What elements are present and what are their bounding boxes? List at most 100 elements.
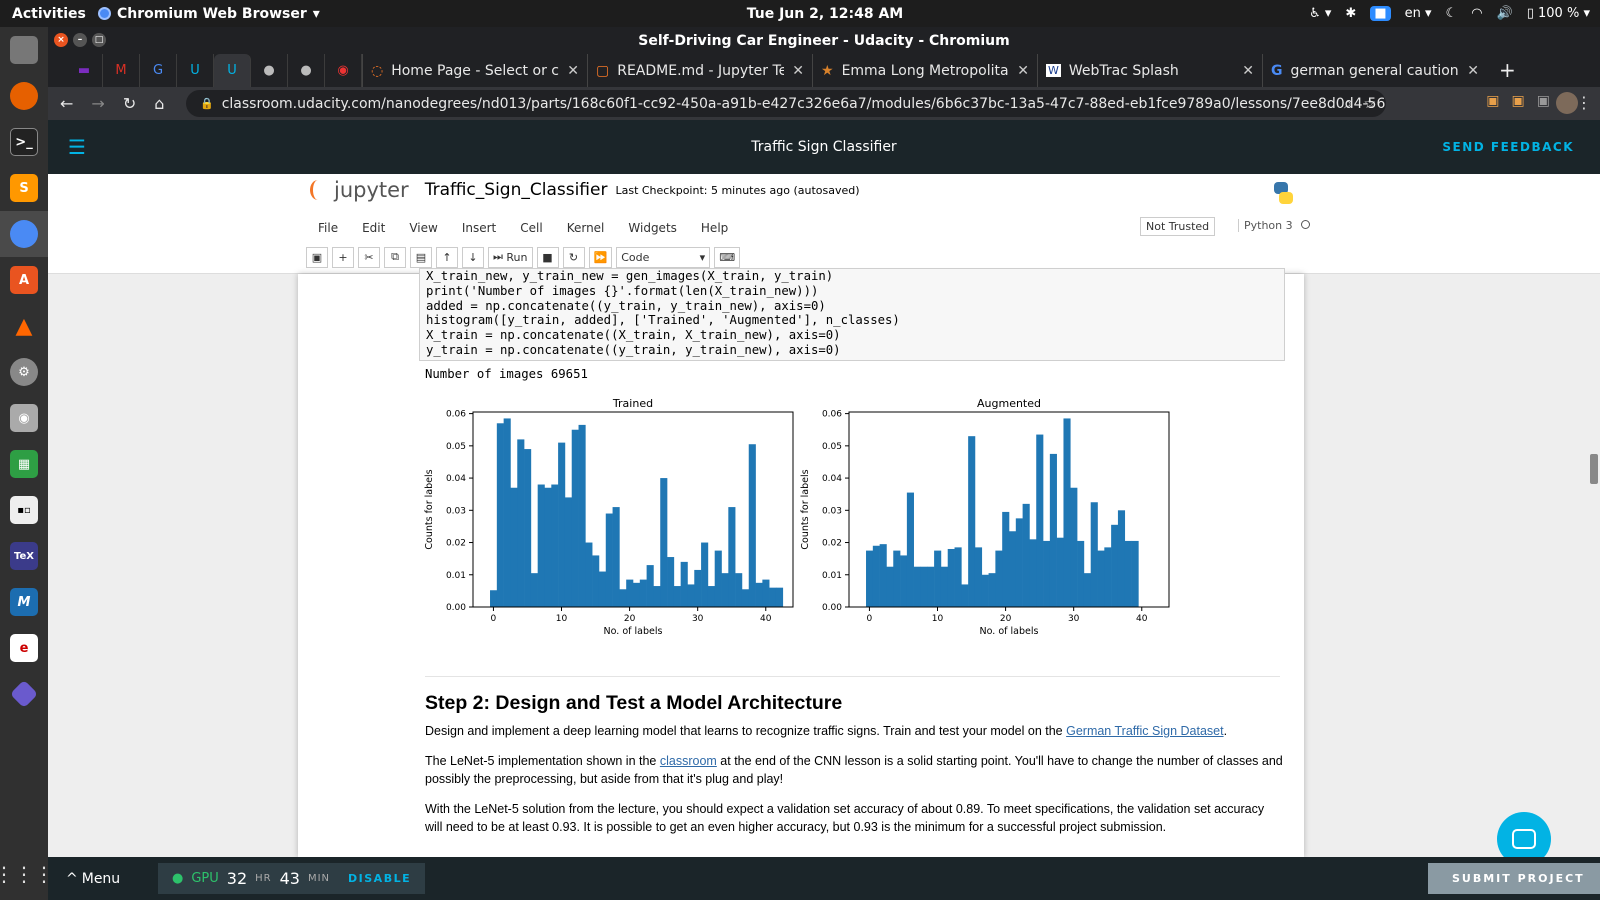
system-tray[interactable]: ♿ ▾ ✱ ■ en ▾ ☾ ◠ 🔊 ▯ 100 % ▾ [1309,0,1590,27]
paste-button[interactable]: ▤ [410,246,432,268]
dock-qbit[interactable]: ▪▫ [0,487,48,533]
hamburger-menu-icon[interactable]: ☰ [68,135,86,159]
histogram-bar [571,429,579,607]
tab-readme[interactable]: ▢ README.md - Jupyter Te ✕ [587,54,812,87]
vertical-scrollbar[interactable] [1588,274,1600,849]
zoom-icon[interactable]: ■ [1370,6,1391,21]
tab-google-search[interactable]: Ggerman general caution ✕ [1262,54,1487,87]
extension-icon[interactable]: ▣ [1486,93,1499,109]
submit-project-button[interactable]: SUBMIT PROJECT [1428,863,1600,894]
pinned-tab-gmail[interactable]: M [103,54,140,87]
move-down-button[interactable]: ↓ [462,246,484,268]
histogram-bar [1111,524,1119,607]
extension-icon[interactable]: ▣ [1512,93,1525,109]
pinned-tab-github[interactable]: ● [251,54,288,87]
dock-settings[interactable]: ⚙ [0,349,48,395]
maximize-window-button[interactable]: □ [92,33,106,47]
dock-camera[interactable]: ◉ [0,395,48,441]
close-tab-icon[interactable]: ✕ [792,63,804,79]
tab-emma-long[interactable]: ★ Emma Long Metropolita ✕ [812,54,1037,87]
close-tab-icon[interactable]: ✕ [1017,63,1029,79]
accessibility-icon[interactable]: ♿ ▾ [1309,6,1331,21]
zoom-icon[interactable]: ⌕ [1344,96,1352,112]
cell-type-select[interactable]: Code ▾ [616,246,711,268]
command-palette-button[interactable]: ⌨ [714,246,741,268]
translate-icon: G [152,63,164,78]
menu-insert[interactable]: Insert [450,221,508,235]
pinned-tab-yahoo[interactable]: ▬ [66,54,103,87]
window-titlebar: × – □ Self-Driving Car Engineer - Udacit… [48,27,1600,54]
dock-software[interactable]: A [0,257,48,303]
app-menu[interactable]: Chromium Web Browser ▾ [98,6,320,22]
bookmark-star-icon[interactable]: ☆ [1363,96,1376,112]
move-up-button[interactable]: ↑ [436,246,458,268]
battery-indicator[interactable]: ▯ 100 % ▾ [1527,6,1590,21]
new-tab-button[interactable]: + [1487,54,1528,87]
profile-avatar[interactable] [1556,92,1578,114]
tab-home-page[interactable]: ◌ Home Page - Select or cr ✕ [362,54,587,87]
omnibox[interactable]: 🔒 classroom.udacity.com/nanodegrees/nd01… [186,90,1386,117]
dock-firefox[interactable] [0,73,48,119]
tab-webtrac[interactable]: W WebTrac Splash ✕ [1037,54,1262,87]
copy-button[interactable]: ⧉ [384,246,406,268]
pinned-tab-github-2[interactable]: ● [288,54,325,87]
dock-spreadsheet[interactable]: ▦ [0,441,48,487]
jupyter-logo[interactable]: jupyter Traffic_Sign_Classifier Last Che… [310,178,860,202]
close-tab-icon[interactable]: ✕ [1242,63,1254,79]
close-tab-icon[interactable]: ✕ [567,63,579,79]
dock-vscode[interactable] [0,671,48,717]
not-trusted-button[interactable]: Not Trusted [1140,217,1216,236]
run-button[interactable]: ⏭ Run [488,246,533,268]
menu-edit[interactable]: Edit [350,221,397,235]
dock-files[interactable] [0,27,48,73]
menu-file[interactable]: File [306,221,350,235]
activities-button[interactable]: Activities [0,6,98,22]
restart-run-all-button[interactable]: ⏩ [588,246,613,268]
dock-terminal[interactable]: >_ [0,119,48,165]
stop-button[interactable]: ■ [536,246,559,268]
footer-menu-button[interactable]: ^ Menu [66,871,120,887]
kebab-menu-icon[interactable]: ⋮ [1576,93,1592,112]
menu-widgets[interactable]: Widgets [616,221,689,235]
back-icon[interactable]: ← [60,94,73,113]
extension-icon[interactable]: ▣ [1537,93,1550,109]
dataset-link[interactable]: German Traffic Sign Dataset [1066,724,1223,738]
forward-icon[interactable]: → [91,94,104,113]
bluetooth-icon[interactable]: ✱ [1345,6,1356,21]
y-axis-label: Counts for labels [800,469,811,549]
classroom-link[interactable]: classroom [660,754,717,768]
mendeley-icon: M [10,588,38,616]
close-tab-icon[interactable]: ✕ [1467,63,1479,79]
restart-button[interactable]: ↻ [562,246,585,268]
home-icon[interactable]: ⌂ [154,94,164,113]
markdown-cell: Step 2: Design and Test a Model Architec… [425,693,1283,848]
minimize-window-button[interactable]: – [73,33,87,47]
dock-chromium[interactable] [0,211,48,257]
cut-button[interactable]: ✂ [358,246,380,268]
menu-view[interactable]: View [397,221,449,235]
close-window-button[interactable]: × [54,33,68,47]
menu-kernel[interactable]: Kernel [555,221,617,235]
dock-sublime[interactable]: S [0,165,48,211]
disable-gpu-button[interactable]: DISABLE [348,872,411,885]
pinned-tab-translate[interactable]: G [140,54,177,87]
dock-mendeley[interactable]: M [0,579,48,625]
menu-help[interactable]: Help [689,221,740,235]
pinned-tab-udacity-active[interactable]: U [214,54,251,87]
menu-cell[interactable]: Cell [508,221,554,235]
send-feedback-button[interactable]: SEND FEEDBACK [1442,140,1574,154]
notebook-name[interactable]: Traffic_Sign_Classifier [425,180,608,200]
insert-cell-button[interactable]: + [332,246,354,268]
reload-icon[interactable]: ↻ [123,94,136,113]
scrollbar-thumb[interactable] [1590,454,1598,484]
code-cell[interactable]: X_train_new, y_train_new = gen_images(X_… [419,268,1285,361]
save-button[interactable]: ▣ [306,246,328,268]
dock-docviewer[interactable]: e [0,625,48,671]
url-text[interactable]: classroom.udacity.com/nanodegrees/nd013/… [222,96,1386,112]
dock-vlc[interactable]: ▲ [0,303,48,349]
dock-tex[interactable]: TeX [0,533,48,579]
pinned-tab-record[interactable]: ◉ [325,54,362,87]
pinned-tab-udacity[interactable]: U [177,54,214,87]
show-applications-icon[interactable]: ⋮⋮⋮ [0,862,54,886]
language-indicator[interactable]: en ▾ [1405,6,1432,21]
